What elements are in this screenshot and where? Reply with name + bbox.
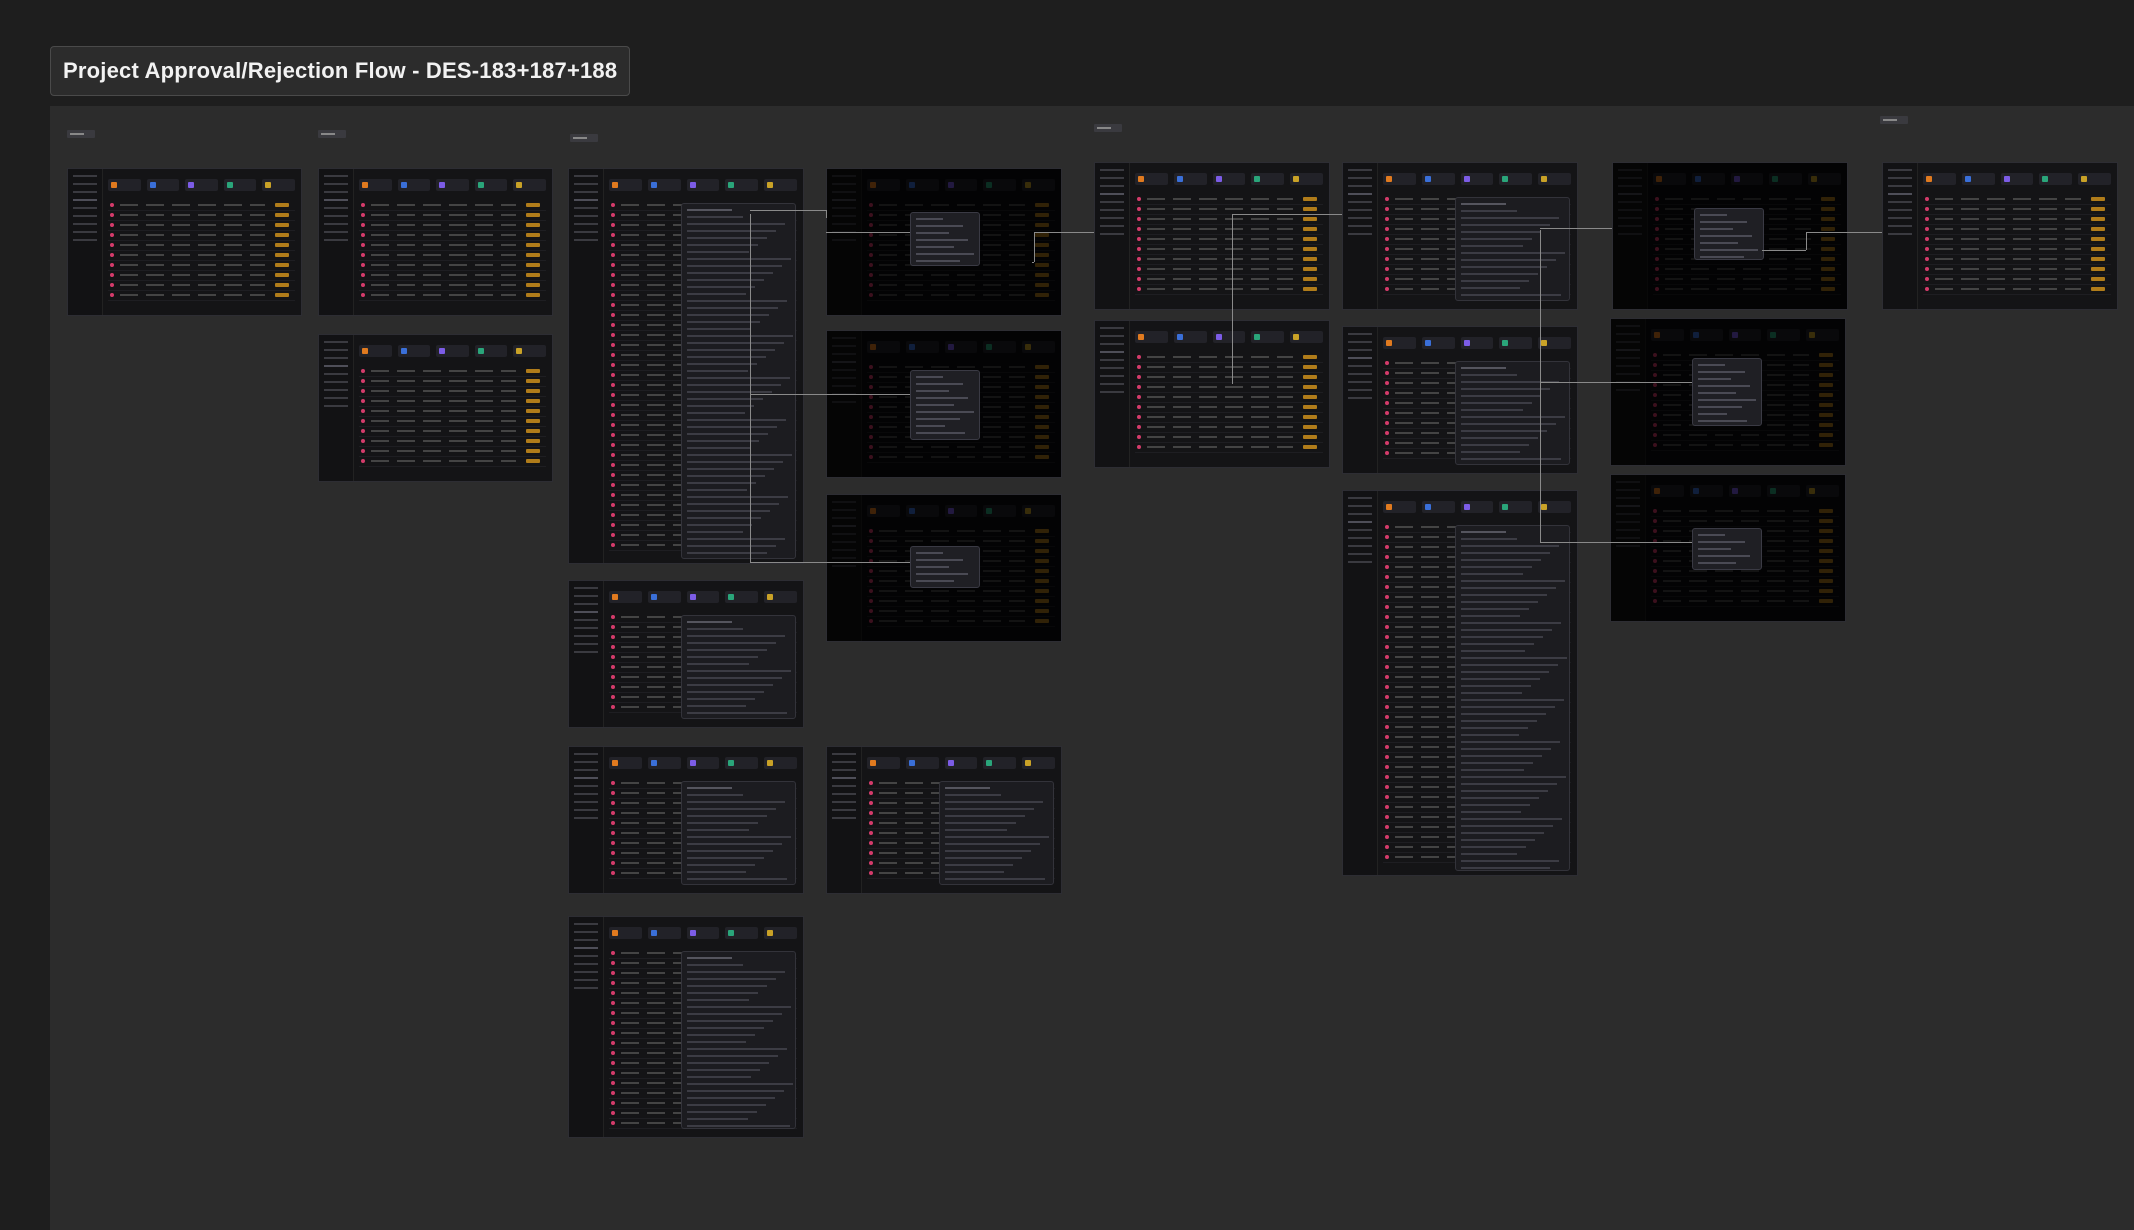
sidebar (1095, 321, 1130, 467)
summary-cards (359, 345, 546, 357)
sidebar (569, 917, 604, 1137)
sidebar (569, 169, 604, 563)
prototype-connector (1232, 214, 1342, 215)
sidebar (68, 169, 103, 315)
project-detail-panel (1455, 197, 1570, 301)
section-title[interactable]: Project Approval/Rejection Flow - DES-18… (50, 46, 631, 96)
project-detail-panel (681, 203, 796, 559)
applications-table (359, 367, 546, 467)
prototype-connector (826, 210, 827, 218)
prototype-connector (1540, 382, 1692, 383)
prototype-connector (750, 210, 826, 211)
dialog-withdraw-application-dialog[interactable] (910, 546, 980, 588)
summary-cards (1135, 331, 1323, 343)
frame-applications-list-final[interactable] (1882, 162, 2118, 310)
dialog-reject-project-dialog[interactable] (910, 370, 980, 440)
summary-cards (1923, 173, 2111, 185)
sidebar (1343, 163, 1378, 309)
project-detail-panel (1455, 525, 1570, 871)
project-detail-panel (939, 781, 1054, 885)
summary-cards (1383, 337, 1571, 349)
prototype-connector (750, 394, 910, 395)
dialog-reject-project-dialog-2[interactable] (1692, 358, 1762, 426)
project-detail-panel (681, 615, 796, 719)
frame-applications-list-menu[interactable] (318, 334, 553, 482)
frame-applications-list-2[interactable] (1094, 162, 1330, 310)
prototype-connector (1032, 262, 1034, 263)
sidebar (319, 335, 354, 481)
prototype-connector (750, 214, 751, 562)
summary-cards (1383, 173, 1571, 185)
prototype-connector (1540, 228, 1612, 229)
summary-cards (359, 179, 546, 191)
summary-cards (1135, 173, 1323, 185)
prototype-connector (1540, 382, 1541, 542)
frame-project-review-scores[interactable] (1342, 490, 1578, 876)
frame-applications-list-hover[interactable] (318, 168, 553, 316)
project-detail-panel (681, 781, 796, 885)
prototype-connector (1540, 542, 1692, 543)
prototype-connector (826, 232, 910, 233)
prototype-connector (750, 562, 910, 563)
applications-table (108, 201, 295, 301)
applications-table (1135, 353, 1323, 453)
prototype-connector (1762, 250, 1806, 251)
summary-cards (867, 757, 1055, 769)
frame-label (318, 130, 346, 138)
sidebar (1883, 163, 1918, 309)
dialog-approve-project-dialog[interactable] (910, 212, 980, 266)
sidebar (1095, 163, 1130, 309)
applications-table (1135, 195, 1323, 295)
frame-project-detail-assign-2[interactable] (826, 746, 1062, 894)
summary-cards (609, 927, 797, 939)
prototype-connector (1034, 232, 1094, 233)
frame-project-review-panel[interactable] (1342, 162, 1578, 310)
sidebar (827, 747, 862, 893)
frame-project-detail-notes[interactable] (568, 916, 804, 1138)
summary-cards (609, 591, 797, 603)
frame-project-review-expanded[interactable] (1342, 326, 1578, 474)
prototype-connector (1034, 232, 1035, 262)
dialog-request-project-dialog[interactable] (1694, 208, 1764, 260)
prototype-connector (1806, 232, 1882, 233)
sidebar (569, 747, 604, 893)
frame-project-detail-short[interactable] (568, 580, 804, 728)
dialog-withdraw-application-dialog-2[interactable] (1692, 528, 1762, 570)
frame-applications-list[interactable] (67, 168, 302, 316)
applications-table (1923, 195, 2111, 295)
prototype-connector (1232, 214, 1233, 384)
summary-cards (108, 179, 295, 191)
frame-label (67, 130, 95, 138)
frame-project-detail-assign[interactable] (568, 746, 804, 894)
frame-label (1880, 116, 1908, 124)
prototype-connector (1806, 232, 1807, 250)
applications-table (359, 201, 546, 301)
project-detail-panel (1455, 361, 1570, 465)
summary-cards (609, 179, 797, 191)
frame-project-detail-long[interactable] (568, 168, 804, 564)
sidebar (319, 169, 354, 315)
sidebar (1343, 327, 1378, 473)
summary-cards (1383, 501, 1571, 513)
section-title-text: Project Approval/Rejection Flow - DES-18… (63, 58, 618, 83)
frame-label (570, 134, 598, 142)
summary-cards (609, 757, 797, 769)
frame-label (1094, 124, 1122, 132)
sidebar (1343, 491, 1378, 875)
project-detail-panel (681, 951, 796, 1129)
sidebar (569, 581, 604, 727)
frame-applications-list-2-selected[interactable] (1094, 320, 1330, 468)
prototype-connector (1540, 230, 1541, 382)
